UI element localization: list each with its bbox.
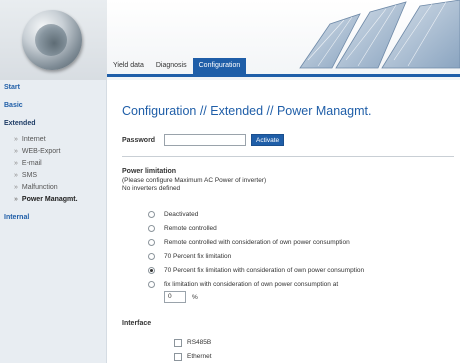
password-input[interactable] (164, 134, 246, 146)
logo-area (0, 0, 107, 80)
percent-row: 0 % (164, 291, 198, 303)
interface-option-rs485b[interactable]: RS485B (174, 337, 211, 348)
interface-option-ethernet[interactable]: Ethernet (174, 351, 212, 362)
power-limitation-note: (Please configure Maximum AC Power of in… (122, 177, 267, 184)
checkbox-label: Ethernet (187, 353, 212, 360)
checkbox[interactable] (174, 352, 182, 361)
percent-unit: % (192, 293, 198, 301)
tab-diagnosis[interactable]: Diagnosis (150, 58, 193, 74)
option-remote-controlled-own-consumption[interactable]: Remote controlled with consideration of … (148, 237, 350, 248)
power-limitation-title: Power limitation (122, 168, 177, 175)
option-label: fix limitation with consideration of own… (164, 281, 339, 288)
sidebar-item-basic[interactable]: Basic (0, 98, 106, 116)
bullet-icon: » (14, 148, 18, 155)
sidebar-item-label: SMS (21, 172, 38, 179)
checkbox-label: RS485B (187, 339, 212, 346)
sidebar-item-label: E-mail (21, 160, 42, 167)
option-70-percent-fix-own-consumption[interactable]: 70 Percent fix limitation with considera… (148, 265, 364, 276)
sidebar-item-extended[interactable]: Extended (0, 116, 106, 134)
sidebar-item-label: Malfunction (21, 184, 58, 191)
password-label: Password (122, 136, 156, 144)
solar-panels-banner (299, 0, 460, 69)
tab-configuration[interactable]: Configuration (192, 58, 247, 74)
option-label: 70 Percent fix limitation (164, 253, 232, 260)
sidebar: Start Basic Extended » Internet » WEB-Expo… (0, 80, 107, 363)
option-label: Deactivated (164, 211, 199, 218)
radio-button[interactable] (148, 253, 155, 260)
radio-button[interactable] (148, 211, 155, 218)
header-divider (107, 74, 460, 77)
sidebar-item-internal[interactable]: Internal (0, 206, 106, 224)
bullet-icon: » (14, 160, 18, 167)
sidebar-item-internet[interactable]: » Internet (0, 134, 106, 146)
sidebar-item-label: WEB-Export (21, 148, 61, 155)
sidebar-item-malfunction[interactable]: » Malfunction (0, 182, 106, 194)
activate-button[interactable]: Activate (251, 134, 285, 146)
main-tabs: Yield data Diagnosis Configuration (107, 58, 247, 74)
sidebar-item-label: Power Managmt. (21, 196, 78, 203)
option-70-percent-fix[interactable]: 70 Percent fix limitation (148, 251, 231, 262)
sidebar-item-sms[interactable]: » SMS (0, 170, 106, 182)
option-deactivated[interactable]: Deactivated (148, 209, 198, 220)
option-label: Remote controlled (164, 225, 217, 232)
radio-button-selected[interactable] (148, 267, 155, 274)
radio-button[interactable] (148, 281, 155, 288)
radio-button[interactable] (148, 239, 155, 246)
password-row: Password Activate (122, 134, 285, 146)
logo-icon[interactable] (22, 10, 82, 70)
header: Yield data Diagnosis Configuration (0, 0, 460, 80)
sidebar-item-label: Internet (21, 136, 46, 143)
interface-title: Interface (122, 320, 152, 327)
sidebar-item-start[interactable]: Start (0, 80, 106, 98)
sidebar-item-power-managmt[interactable]: » Power Managmt. (0, 194, 106, 206)
option-label: 70 Percent fix limitation with considera… (164, 267, 365, 274)
section-divider (122, 156, 454, 157)
option-remote-controlled[interactable]: Remote controlled (148, 223, 217, 234)
sidebar-item-email[interactable]: » E-mail (0, 158, 106, 170)
percent-input[interactable]: 0 (164, 291, 186, 303)
radio-button[interactable] (148, 225, 155, 232)
power-limitation-status: No inverters defined (122, 185, 181, 192)
bullet-icon: » (14, 172, 18, 179)
bullet-icon: » (14, 184, 18, 191)
checkbox[interactable] (174, 338, 182, 347)
tab-yield-data[interactable]: Yield data (107, 58, 150, 74)
bullet-icon: » (14, 136, 18, 143)
option-label: Remote controlled with consideration of … (164, 239, 350, 246)
bullet-icon: » (14, 196, 18, 203)
sidebar-item-web-export[interactable]: » WEB-Export (0, 146, 106, 158)
option-fix-limitation-own-consumption[interactable]: fix limitation with consideration of own… (148, 279, 338, 290)
page-title: Configuration // Extended // Power Manag… (122, 104, 372, 118)
